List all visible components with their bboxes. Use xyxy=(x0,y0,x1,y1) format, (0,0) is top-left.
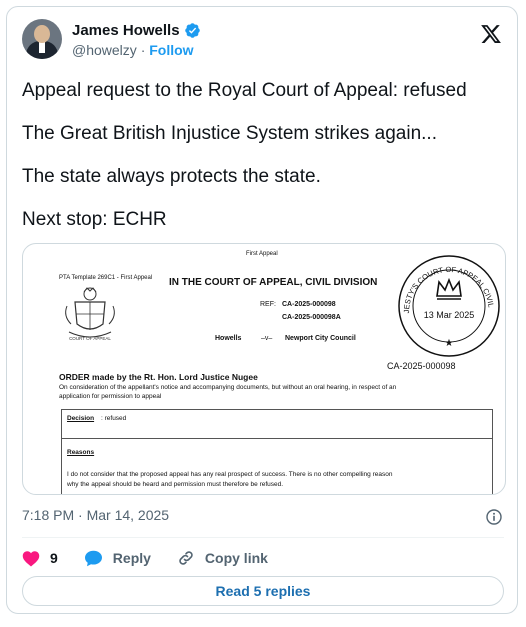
svg-text:HER MAJESTY'S COURT OF APPEAL: HER MAJESTY'S COURT OF APPEAL CIVIL DIVI… xyxy=(395,252,496,313)
copy-link-label: Copy link xyxy=(204,550,268,566)
follow-button[interactable]: Follow xyxy=(149,42,193,58)
author-name[interactable]: James Howells xyxy=(72,22,180,39)
tweet-text: Appeal request to the Royal Court of App… xyxy=(22,79,502,251)
doc-court-title: IN THE COURT OF APPEAL, CIVIL DIVISION xyxy=(169,277,378,288)
doc-header-small: First Appeal xyxy=(246,251,278,257)
doc-party-2: Newport City Council xyxy=(285,335,356,342)
copy-link-button[interactable]: Copy link xyxy=(177,549,268,567)
tweet-card: James Howells @howelzy · Follow Appeal r… xyxy=(6,6,518,614)
doc-stamp-ref: CA-2025-000098 xyxy=(387,361,456,371)
avatar[interactable] xyxy=(22,19,62,59)
divider xyxy=(22,537,504,538)
reply-bubble-icon xyxy=(84,550,102,566)
link-icon xyxy=(179,551,193,565)
doc-ref-2: CA-2025-000098A xyxy=(282,314,341,321)
svg-text:13 Mar 2025: 13 Mar 2025 xyxy=(424,310,475,320)
tweet-header: James Howells @howelzy · Follow xyxy=(22,19,502,63)
heart-icon xyxy=(22,550,40,566)
reply-label: Reply xyxy=(112,550,151,566)
like-count: 9 xyxy=(50,550,58,566)
doc-order-line-2: application for permission to appeal xyxy=(59,393,162,400)
tweet-line: The Great British Injustice System strik… xyxy=(22,123,437,144)
doc-reasons-line-1: I do not consider that the proposed appe… xyxy=(67,471,393,478)
doc-decision-value: : refused xyxy=(101,415,127,422)
doc-template-label: PTA Template 269C1 - First Appeal xyxy=(59,275,153,281)
royal-crest-icon: COURT OF APPEAL xyxy=(65,287,115,341)
author-handle-row: @howelzy · Follow xyxy=(72,42,194,58)
author-handle[interactable]: @howelzy xyxy=(72,42,137,58)
author-name-row: James Howells xyxy=(72,22,201,39)
doc-reasons-line-2: why the appeal should be heard and permi… xyxy=(67,481,284,488)
svg-text:★: ★ xyxy=(445,338,454,349)
separator-dot: · xyxy=(140,42,146,58)
doc-reasons-label: Reasons xyxy=(67,449,95,456)
reply-button[interactable]: Reply xyxy=(84,550,151,567)
x-logo-icon[interactable] xyxy=(480,23,502,45)
doc-ref-1: CA-2025-000098 xyxy=(282,301,336,308)
tweet-line: Next stop: ECHR xyxy=(22,209,167,230)
like-button[interactable]: 9 xyxy=(22,550,58,567)
doc-order-line-1: On consideration of the appellant's noti… xyxy=(59,384,397,391)
info-icon[interactable] xyxy=(486,509,502,525)
tweet-line: The state always protects the state. xyxy=(22,166,321,187)
tweet-line: Appeal request to the Royal Court of App… xyxy=(22,80,467,101)
verified-badge-icon xyxy=(184,23,200,38)
svg-text:COURT OF APPEAL: COURT OF APPEAL xyxy=(69,336,111,341)
court-stamp: HER MAJESTY'S COURT OF APPEAL CIVIL DIVI… xyxy=(395,252,500,357)
attached-document-image[interactable]: First Appeal PTA Template 269C1 - First … xyxy=(22,243,506,495)
tweet-timestamp[interactable]: 7:18 PM · Mar 14, 2025 xyxy=(22,507,169,523)
doc-versus: –v– xyxy=(261,335,273,342)
doc-party-1: Howells xyxy=(215,335,242,342)
doc-order-title: ORDER made by the Rt. Hon. Lord Justice … xyxy=(59,372,258,382)
doc-ref-label: REF: xyxy=(260,301,276,308)
doc-decision-label: Decision xyxy=(67,415,95,422)
tweet-actions: 9 Reply Copy link xyxy=(22,548,294,568)
read-replies-button[interactable]: Read 5 replies xyxy=(22,576,504,606)
